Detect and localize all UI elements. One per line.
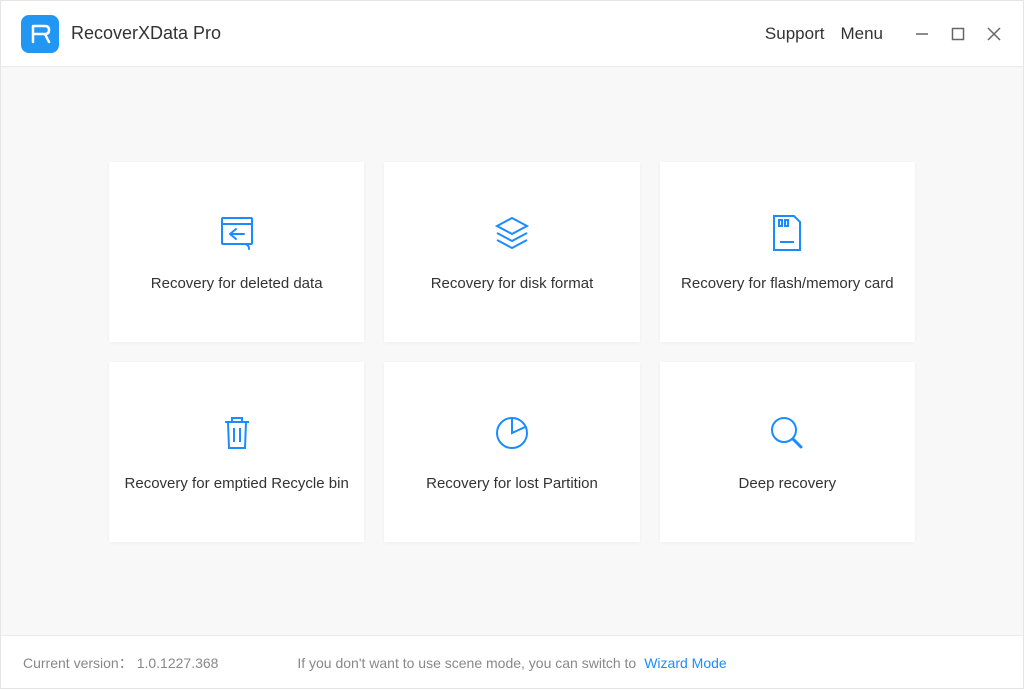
recovery-options-grid: Recovery for deleted data Recovery for d… bbox=[109, 162, 915, 542]
version-label: Current version： bbox=[23, 653, 133, 673]
app-title: RecoverXData Pro bbox=[71, 23, 221, 44]
app-logo bbox=[21, 15, 59, 53]
deep-recovery-icon bbox=[767, 413, 807, 453]
card-flash-memory[interactable]: Recovery for flash/memory card bbox=[660, 162, 915, 342]
card-label: Recovery for emptied Recycle bin bbox=[125, 475, 349, 492]
minimize-icon bbox=[915, 27, 929, 41]
minimize-button[interactable] bbox=[913, 25, 931, 43]
footer: Current version： 1.0.1227.368 If you don… bbox=[1, 635, 1023, 690]
card-deep-recovery[interactable]: Deep recovery bbox=[660, 362, 915, 542]
maximize-icon bbox=[951, 27, 965, 41]
wizard-mode-link[interactable]: Wizard Mode bbox=[644, 655, 726, 671]
card-lost-partition[interactable]: Recovery for lost Partition bbox=[384, 362, 639, 542]
card-label: Recovery for flash/memory card bbox=[681, 275, 894, 292]
close-icon bbox=[987, 27, 1001, 41]
mode-hint: If you don't want to use scene mode, you… bbox=[297, 655, 636, 671]
deleted-data-icon bbox=[216, 213, 258, 253]
titlebar-right: Support Menu bbox=[765, 24, 1003, 44]
footer-center: If you don't want to use scene mode, you… bbox=[297, 655, 726, 671]
menu-link[interactable]: Menu bbox=[840, 24, 883, 44]
card-label: Recovery for lost Partition bbox=[426, 475, 598, 492]
card-label: Deep recovery bbox=[739, 475, 837, 492]
main-area: Recovery for deleted data Recovery for d… bbox=[1, 67, 1023, 635]
card-label: Recovery for deleted data bbox=[151, 275, 323, 292]
disk-format-icon bbox=[491, 213, 533, 253]
flash-memory-icon bbox=[768, 213, 806, 253]
support-link[interactable]: Support bbox=[765, 24, 825, 44]
card-deleted-data[interactable]: Recovery for deleted data bbox=[109, 162, 364, 342]
recycle-bin-icon bbox=[217, 413, 257, 453]
lost-partition-icon bbox=[492, 413, 532, 453]
logo-icon bbox=[28, 22, 52, 46]
version-value: 1.0.1227.368 bbox=[137, 655, 219, 671]
card-label: Recovery for disk format bbox=[431, 275, 594, 292]
card-recycle-bin[interactable]: Recovery for emptied Recycle bin bbox=[109, 362, 364, 542]
close-button[interactable] bbox=[985, 25, 1003, 43]
window-controls bbox=[913, 25, 1003, 43]
maximize-button[interactable] bbox=[949, 25, 967, 43]
titlebar: RecoverXData Pro Support Menu bbox=[1, 1, 1023, 67]
card-disk-format[interactable]: Recovery for disk format bbox=[384, 162, 639, 342]
